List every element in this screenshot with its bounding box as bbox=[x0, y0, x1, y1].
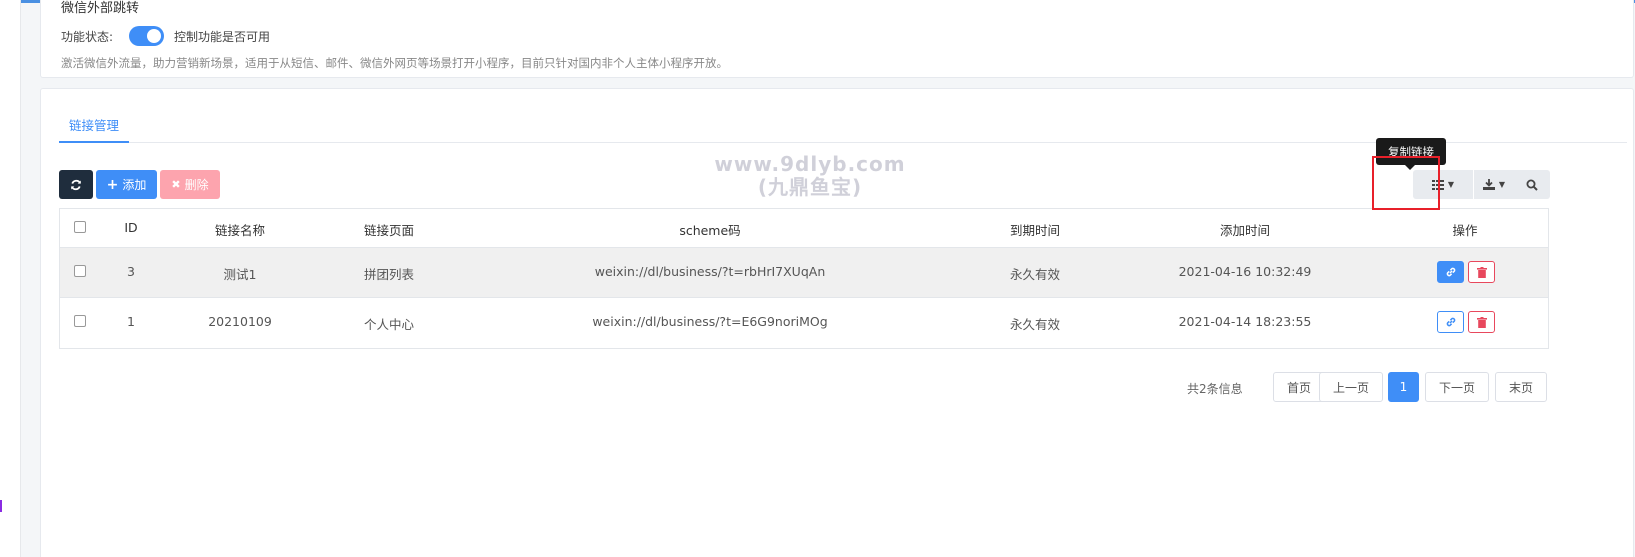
page-next-button[interactable]: 下一页 bbox=[1425, 372, 1489, 402]
delete-row-button[interactable] bbox=[1468, 261, 1495, 283]
copy-link-button[interactable] bbox=[1437, 311, 1464, 333]
caret-down-icon: ▼ bbox=[1447, 180, 1455, 189]
page-current-button[interactable]: 1 bbox=[1388, 372, 1419, 402]
cell-name: 20210109 bbox=[208, 314, 272, 329]
watermark-line: (九鼎鱼宝) bbox=[757, 175, 863, 199]
header-id: ID bbox=[124, 220, 138, 235]
links-table: ID 链接名称 链接页面 scheme码 到期时间 添加时间 操作 3 测试1 … bbox=[59, 208, 1549, 349]
header-actions: 操作 bbox=[1452, 223, 1478, 238]
add-button[interactable]: + 添加 bbox=[96, 170, 157, 199]
cell-page: 拼团列表 bbox=[363, 267, 414, 282]
search-button[interactable] bbox=[1514, 170, 1550, 199]
row-checkbox[interactable] bbox=[74, 315, 86, 327]
search-icon bbox=[1526, 179, 1538, 191]
plus-icon: + bbox=[106, 176, 119, 193]
add-label: 添加 bbox=[122, 178, 147, 192]
cell-added: 2021-04-14 18:23:55 bbox=[1178, 314, 1312, 329]
table-header: ID 链接名称 链接页面 scheme码 到期时间 添加时间 操作 bbox=[60, 209, 1548, 248]
table-row: 1 20210109 个人中心 weixin://dl/business/?t=… bbox=[60, 298, 1548, 348]
cell-expire: 永久有效 bbox=[1009, 267, 1060, 282]
cell-id: 1 bbox=[127, 314, 135, 329]
page-last-button[interactable]: 末页 bbox=[1495, 372, 1547, 402]
watermark: www.9dlyb.com (九鼎鱼宝) bbox=[690, 153, 930, 199]
feature-title: 微信外部跳转 bbox=[61, 1, 140, 16]
status-toggle[interactable] bbox=[129, 26, 164, 46]
cell-added: 2021-04-16 10:32:49 bbox=[1178, 264, 1312, 279]
toggle-knob bbox=[147, 29, 161, 43]
delete-button[interactable]: ✖ 删除 bbox=[160, 170, 220, 199]
cell-scheme: weixin://dl/business/?t=E6G9noriMOg bbox=[592, 314, 828, 329]
tab-link-management[interactable]: 链接管理 bbox=[59, 115, 129, 143]
page-first-button[interactable]: 首页 bbox=[1273, 372, 1325, 402]
x-icon: ✖ bbox=[171, 178, 181, 191]
cell-id: 3 bbox=[127, 264, 135, 279]
header-page: 链接页面 bbox=[363, 223, 414, 238]
status-label: 功能状态: bbox=[61, 30, 114, 44]
cell-expire: 永久有效 bbox=[1009, 317, 1060, 332]
refresh-icon bbox=[70, 179, 82, 191]
link-icon bbox=[1445, 316, 1457, 328]
trash-icon bbox=[1476, 266, 1487, 278]
table-row: 3 测试1 拼团列表 weixin://dl/business/?t=rbHrI… bbox=[60, 248, 1548, 298]
header-name: 链接名称 bbox=[214, 223, 265, 238]
select-all-checkbox[interactable] bbox=[74, 221, 86, 233]
cell-name: 测试1 bbox=[223, 267, 257, 282]
sidebar-marker bbox=[0, 500, 2, 512]
row-checkbox[interactable] bbox=[74, 265, 86, 277]
feature-note: 激活微信外流量，助力营销新场景，适用于从短信、邮件、微信外网页等场景打开小程序，… bbox=[61, 56, 728, 70]
header-added: 添加时间 bbox=[1219, 223, 1270, 238]
status-description: 控制功能是否可用 bbox=[174, 30, 271, 44]
copy-link-button[interactable] bbox=[1437, 261, 1464, 283]
pagination-total: 共2条信息 bbox=[1187, 382, 1243, 396]
watermark-line: www.9dlyb.com bbox=[714, 152, 906, 176]
highlight-box bbox=[1372, 156, 1440, 210]
page-prev-button[interactable]: 上一页 bbox=[1319, 372, 1383, 402]
left-sidebar bbox=[0, 0, 21, 557]
export-button[interactable]: ▼ bbox=[1474, 170, 1514, 199]
cell-page: 个人中心 bbox=[363, 317, 414, 332]
tab-bar: 链接管理 bbox=[59, 89, 1627, 143]
download-icon bbox=[1482, 179, 1495, 190]
refresh-button[interactable] bbox=[59, 170, 93, 199]
feature-card: 微信外部跳转 功能状态: 控制功能是否可用 激活微信外流量，助力营销新场景，适用… bbox=[40, 0, 1634, 78]
header-scheme: scheme码 bbox=[679, 223, 741, 238]
delete-row-button[interactable] bbox=[1468, 311, 1495, 333]
link-icon bbox=[1445, 266, 1457, 278]
caret-down-icon: ▼ bbox=[1498, 180, 1506, 189]
trash-icon bbox=[1476, 316, 1487, 328]
cell-scheme: weixin://dl/business/?t=rbHrI7XUqAn bbox=[594, 264, 826, 279]
delete-label: 删除 bbox=[184, 178, 209, 192]
header-expire: 到期时间 bbox=[1009, 223, 1060, 238]
